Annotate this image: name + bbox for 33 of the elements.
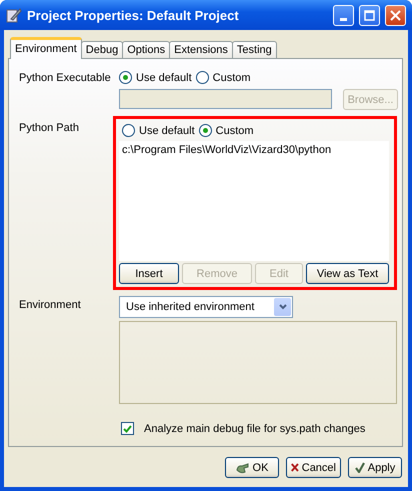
minimize-icon <box>340 18 347 20</box>
window-title: Project Properties: Default Project <box>27 8 240 22</box>
radio-button[interactable]: Custom <box>196 71 251 84</box>
cross-icon <box>291 462 299 473</box>
app-icon <box>6 7 22 23</box>
tab[interactable]: Environment <box>10 37 82 59</box>
maximize-icon <box>364 10 375 20</box>
close-button[interactable] <box>385 4 406 26</box>
checkbox[interactable] <box>121 422 134 435</box>
dropdown[interactable]: Use inherited environment <box>119 296 293 318</box>
input-field[interactable] <box>119 89 332 109</box>
close-icon <box>390 10 401 20</box>
tab[interactable]: Options <box>122 41 170 58</box>
dialog-button[interactable]: Apply <box>348 457 402 478</box>
field-label: Python Path <box>19 121 80 136</box>
dialog-button[interactable]: OK <box>225 457 279 478</box>
maximize-button[interactable] <box>359 4 380 26</box>
list-button[interactable]: View as Text <box>306 263 389 284</box>
tab[interactable]: Debug <box>80 41 124 58</box>
radio-button[interactable]: Use default <box>119 71 192 84</box>
checkbox-label: Analyze main debug file for sys.path changes <box>144 422 366 434</box>
list-item[interactable]: c:\Program Files\WorldViz\Vizard30\python <box>122 144 386 156</box>
radio-button[interactable]: Custom <box>198 124 254 137</box>
field-label: Python Executable <box>19 71 112 86</box>
chevron-down-icon <box>278 304 286 310</box>
dialog-button[interactable]: Cancel <box>286 457 341 478</box>
radio-button[interactable]: Use default <box>122 124 195 137</box>
field-label: Environment <box>19 298 82 313</box>
tab[interactable]: Extensions <box>169 41 233 58</box>
tab[interactable]: Testing <box>232 41 277 58</box>
list-button[interactable]: Insert <box>119 263 179 284</box>
minimize-button[interactable] <box>333 4 354 26</box>
checkmark-icon <box>354 462 365 473</box>
